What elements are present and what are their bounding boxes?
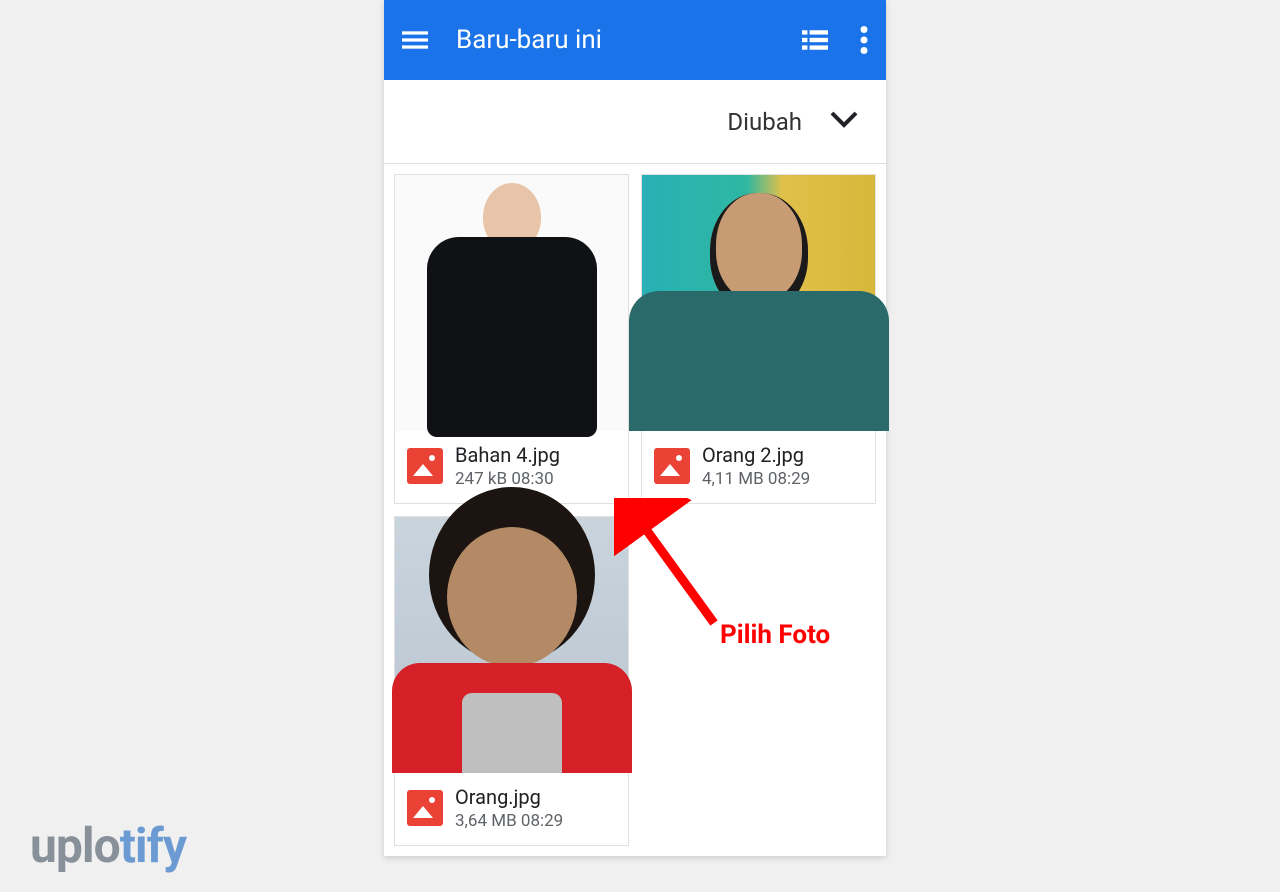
list-view-icon[interactable]: [802, 27, 828, 53]
file-thumbnail: [642, 175, 875, 431]
image-icon: [407, 790, 443, 826]
file-meta: Orang.jpg 3,64 MB08:29: [395, 773, 628, 845]
watermark: uplotify: [30, 817, 186, 874]
file-name: Orang.jpg: [455, 785, 563, 809]
file-name: Orang 2.jpg: [702, 443, 810, 467]
file-info: 4,11 MB08:29: [702, 469, 810, 489]
file-thumbnail: [395, 517, 628, 773]
menu-icon[interactable]: [402, 27, 428, 53]
file-meta: Orang 2.jpg 4,11 MB08:29: [642, 431, 875, 503]
annotation-label: Pilih Foto: [720, 620, 830, 650]
image-icon: [654, 448, 690, 484]
file-picker-screen: Baru-baru ini Diubah Bahan 4.jpg: [384, 0, 886, 856]
file-name: Bahan 4.jpg: [455, 443, 560, 467]
sort-label: Diubah: [727, 108, 802, 136]
file-info: 247 kB08:30: [455, 469, 560, 489]
file-card[interactable]: Orang 2.jpg 4,11 MB08:29: [641, 174, 876, 504]
chevron-down-icon: [830, 111, 858, 133]
app-bar: Baru-baru ini: [384, 0, 886, 80]
file-card[interactable]: Orang.jpg 3,64 MB08:29: [394, 516, 629, 846]
file-meta: Bahan 4.jpg 247 kB08:30: [395, 431, 628, 503]
file-card[interactable]: Bahan 4.jpg 247 kB08:30: [394, 174, 629, 504]
image-icon: [407, 448, 443, 484]
file-info: 3,64 MB08:29: [455, 811, 563, 831]
file-thumbnail: [395, 175, 628, 431]
sort-dropdown[interactable]: Diubah: [384, 80, 886, 164]
more-vert-icon[interactable]: [860, 26, 868, 54]
appbar-title: Baru-baru ini: [456, 25, 802, 55]
file-grid: Bahan 4.jpg 247 kB08:30 Orang 2.jpg 4,11…: [384, 164, 886, 856]
